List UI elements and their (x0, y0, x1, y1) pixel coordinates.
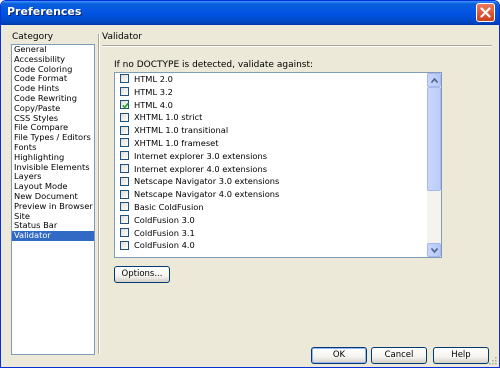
option-label: HTML 2.0 (134, 74, 173, 84)
window-title: Preferences (7, 5, 82, 18)
checkbox[interactable] (120, 227, 129, 237)
checkbox[interactable] (120, 215, 129, 225)
scroll-thumb[interactable] (427, 87, 441, 191)
panel-heading: Validator (102, 32, 142, 42)
category-item[interactable]: Highlighting (12, 153, 94, 163)
option-label: Internet explorer 4.0 extensions (134, 163, 268, 174)
close-button[interactable] (476, 3, 495, 22)
checkbox[interactable] (120, 138, 129, 148)
validator-option[interactable]: Basic ColdFusion (115, 201, 441, 214)
category-item[interactable]: Code Hints (12, 84, 94, 94)
checkbox[interactable] (120, 125, 129, 135)
category-item[interactable]: General (12, 45, 94, 55)
checkbox[interactable] (120, 176, 129, 186)
validator-list[interactable]: HTML 2.0 HTML 3.2 HTML 4.0 XHTML 1.0 strict… (114, 72, 442, 258)
help-button[interactable]: Help (433, 347, 489, 364)
category-item[interactable]: File Compare (12, 123, 94, 133)
validator-option[interactable]: Internet explorer 4.0 extensions (115, 163, 441, 176)
scroll-down-button[interactable] (427, 243, 441, 257)
category-item[interactable]: Accessibility (12, 55, 94, 65)
chevron-up-icon (431, 78, 438, 83)
category-item[interactable]: File Types / Editors (12, 133, 94, 143)
category-item[interactable]: New Document (12, 192, 94, 202)
scrollbar[interactable] (427, 73, 441, 257)
title-bar[interactable]: Preferences (1, 1, 499, 25)
option-label: ColdFusion 4.0 (134, 240, 195, 251)
scroll-up-button[interactable] (427, 73, 441, 87)
close-icon (480, 7, 491, 18)
category-item[interactable]: Copy/Paste (12, 104, 94, 114)
validator-option[interactable]: ColdFusion 3.0 (115, 214, 441, 227)
validator-option[interactable]: HTML 4.0 (115, 99, 441, 112)
checkbox[interactable] (120, 74, 129, 84)
validator-option[interactable]: HTML 3.2 (115, 86, 441, 99)
resize-grip-icon[interactable] (487, 355, 497, 365)
category-item[interactable]: Fonts (12, 143, 94, 153)
validator-option[interactable]: ColdFusion 4.0 (115, 239, 441, 252)
validator-items: HTML 2.0 HTML 3.2 HTML 4.0 XHTML 1.0 strict… (115, 73, 441, 252)
validator-option[interactable]: XHTML 1.0 frameset (115, 137, 441, 150)
validator-option[interactable]: XHTML 1.0 transitional (115, 124, 441, 137)
option-label: Netscape Navigator 3.0 extensions (134, 176, 280, 187)
category-item[interactable]: Site (12, 212, 94, 222)
checkbox[interactable] (120, 99, 130, 109)
category-item[interactable]: Code Format (12, 74, 94, 84)
checkbox[interactable] (120, 151, 129, 161)
checkbox[interactable] (120, 87, 129, 97)
option-label: XHTML 1.0 transitional (134, 125, 229, 136)
category-item[interactable]: CSS Styles (12, 114, 94, 124)
option-label: HTML 4.0 (134, 99, 173, 110)
category-item[interactable]: Code Coloring (12, 65, 94, 75)
option-label: Basic ColdFusion (134, 201, 204, 212)
validator-option[interactable]: HTML 2.0 (115, 73, 441, 86)
option-label: ColdFusion 3.1 (134, 227, 195, 238)
option-label: Netscape Navigator 4.0 extensions (134, 189, 280, 200)
category-item[interactable]: Invisible Elements (12, 163, 94, 173)
category-item[interactable]: Preview in Browser (12, 202, 94, 212)
validator-option[interactable]: ColdFusion 3.1 (115, 227, 441, 240)
checkbox[interactable] (120, 202, 129, 212)
option-label: ColdFusion 3.0 (134, 214, 195, 225)
category-item[interactable]: Code Rewriting (12, 94, 94, 104)
category-list[interactable]: General Accessibility Code Coloring Code Fo… (11, 44, 95, 355)
category-item[interactable]: Layers (12, 172, 94, 182)
checkmark-icon (122, 102, 130, 109)
preferences-dialog: Preferences Category General Accessibilit… (0, 0, 500, 368)
validator-option[interactable]: Internet explorer 3.0 extensions (115, 150, 441, 163)
options-button[interactable]: Options... (114, 266, 170, 283)
checkbox[interactable] (120, 189, 129, 199)
cancel-button[interactable]: Cancel (371, 347, 427, 364)
checkbox[interactable] (120, 240, 129, 250)
chevron-down-icon (431, 248, 438, 253)
checkbox[interactable] (120, 112, 129, 122)
ok-button[interactable]: OK (311, 347, 367, 364)
heading-separator (102, 45, 492, 46)
category-item[interactable]: Validator (12, 231, 94, 241)
validate-prompt: If no DOCTYPE is detected, validate agai… (114, 60, 314, 70)
validator-option[interactable]: XHTML 1.0 strict (115, 111, 441, 124)
panel-divider (98, 34, 99, 354)
category-item[interactable]: Layout Mode (12, 182, 94, 192)
category-label: Category (12, 32, 54, 42)
option-label: HTML 3.2 (134, 86, 173, 97)
validator-option[interactable]: Netscape Navigator 4.0 extensions (115, 188, 441, 201)
category-item[interactable]: Status Bar (12, 221, 94, 231)
validator-option[interactable]: Netscape Navigator 3.0 extensions (115, 175, 441, 188)
option-label: Internet explorer 3.0 extensions (134, 150, 268, 161)
option-label: XHTML 1.0 frameset (134, 137, 219, 148)
option-label: XHTML 1.0 strict (134, 112, 203, 123)
checkbox[interactable] (120, 163, 129, 173)
